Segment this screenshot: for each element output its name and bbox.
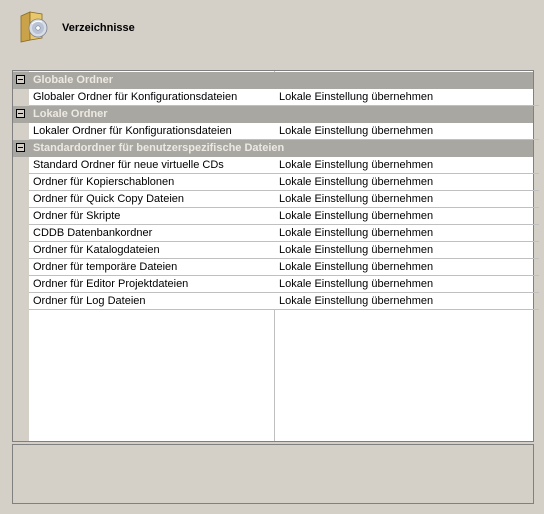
- page-title: Verzeichnisse: [62, 22, 135, 34]
- property-value[interactable]: Lokale Einstellung übernehmen: [275, 276, 539, 293]
- property-name[interactable]: Ordner für Skripte: [29, 208, 278, 225]
- property-name[interactable]: Lokaler Ordner für Konfigurationsdateien: [29, 123, 278, 140]
- property-row[interactable]: Ordner für Kopierschablonen Lokale Einste…: [13, 174, 539, 191]
- collapse-icon[interactable]: [16, 143, 25, 152]
- row-gutter: [13, 225, 29, 242]
- row-gutter: [13, 242, 29, 259]
- folder-cd-icon: [18, 8, 50, 44]
- row-gutter: [13, 276, 29, 293]
- property-value[interactable]: Lokale Einstellung übernehmen: [275, 191, 539, 208]
- property-row[interactable]: Ordner für temporäre Dateien Lokale Einst…: [13, 259, 539, 276]
- property-value[interactable]: Lokale Einstellung übernehmen: [275, 123, 539, 140]
- property-row[interactable]: CDDB Datenbankordner Lokale Einstellung ü…: [13, 225, 539, 242]
- dialog-header: Verzeichnisse: [0, 0, 544, 60]
- property-row[interactable]: Ordner für Katalogdateien Lokale Einstell…: [13, 242, 539, 259]
- row-gutter: [13, 293, 29, 310]
- collapse-icon[interactable]: [16, 75, 25, 84]
- category-label: Globale Ordner: [33, 74, 114, 86]
- category-header[interactable]: Standardordner für benutzerspezifische D…: [13, 140, 533, 157]
- property-row[interactable]: Ordner für Quick Copy Dateien Lokale Eins…: [13, 191, 539, 208]
- property-value[interactable]: Lokale Einstellung übernehmen: [275, 89, 539, 106]
- property-name[interactable]: Ordner für Editor Projektdateien: [29, 276, 278, 293]
- row-gutter: [13, 208, 29, 225]
- property-name[interactable]: Globaler Ordner für Konfigurationsdateie…: [29, 89, 278, 106]
- property-name[interactable]: CDDB Datenbankordner: [29, 225, 278, 242]
- row-gutter: [13, 157, 29, 174]
- category-label: Standardordner für benutzerspezifische D…: [33, 142, 285, 154]
- property-row[interactable]: Ordner für Editor Projektdateien Lokale E…: [13, 276, 539, 293]
- property-value[interactable]: Lokale Einstellung übernehmen: [275, 225, 539, 242]
- property-value[interactable]: Lokale Einstellung übernehmen: [275, 242, 539, 259]
- row-gutter: [13, 174, 29, 191]
- row-gutter: [13, 191, 29, 208]
- description-panel: [12, 444, 534, 504]
- property-row[interactable]: Lokaler Ordner für Konfigurationsdateien…: [13, 123, 539, 140]
- property-row[interactable]: Ordner für Skripte Lokale Einstellung übe…: [13, 208, 539, 225]
- row-gutter: [13, 259, 29, 276]
- row-gutter: [13, 123, 29, 140]
- property-value[interactable]: Lokale Einstellung übernehmen: [275, 174, 539, 191]
- property-name[interactable]: Ordner für Log Dateien: [29, 293, 278, 310]
- collapse-icon[interactable]: [16, 109, 25, 118]
- row-gutter: [13, 89, 29, 106]
- property-name[interactable]: Ordner für Kopierschablonen: [29, 174, 278, 191]
- property-rows: Globale Ordner Globaler Ordner für Konfig…: [13, 72, 539, 310]
- category-header[interactable]: Globale Ordner: [13, 72, 533, 89]
- property-name[interactable]: Standard Ordner für neue virtuelle CDs: [29, 157, 278, 174]
- category-label: Lokale Ordner: [33, 108, 108, 120]
- property-name[interactable]: Ordner für Quick Copy Dateien: [29, 191, 278, 208]
- property-row[interactable]: Ordner für Log Dateien Lokale Einstellung…: [13, 293, 539, 310]
- property-row[interactable]: Globaler Ordner für Konfigurationsdateie…: [13, 89, 539, 106]
- property-value[interactable]: Lokale Einstellung übernehmen: [275, 259, 539, 276]
- property-row[interactable]: Standard Ordner für neue virtuelle CDs Lo…: [13, 157, 539, 174]
- property-value[interactable]: Lokale Einstellung übernehmen: [275, 293, 539, 310]
- property-name[interactable]: Ordner für temporäre Dateien: [29, 259, 278, 276]
- category-header[interactable]: Lokale Ordner: [13, 106, 533, 123]
- property-grid[interactable]: Globale Ordner Globaler Ordner für Konfig…: [12, 70, 539, 442]
- property-name[interactable]: Ordner für Katalogdateien: [29, 242, 278, 259]
- property-value[interactable]: Lokale Einstellung übernehmen: [275, 157, 539, 174]
- property-value[interactable]: Lokale Einstellung übernehmen: [275, 208, 539, 225]
